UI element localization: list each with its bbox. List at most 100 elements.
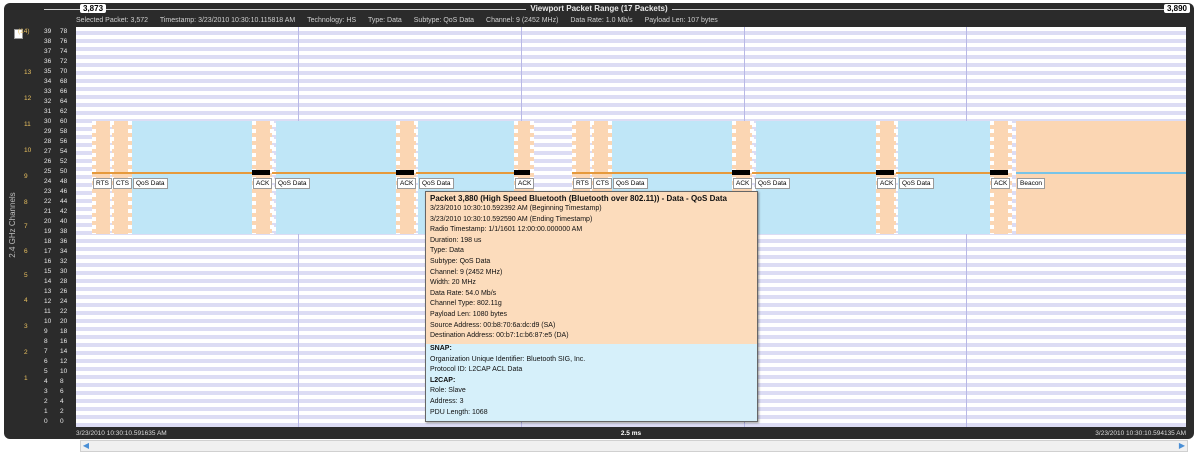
channel-axis: 2.4 GHz Channels 39 78 38 76 37 74 36 72 35 70 34 6… — [4, 27, 80, 427]
packet-label[interactable]: CTS — [593, 178, 612, 189]
axis-tick-left: 0 — [44, 418, 48, 425]
axis-label: 2.4 GHz Channels — [8, 192, 17, 258]
channel-number: 9 — [24, 173, 28, 180]
scroll-left-icon[interactable]: ◀ — [81, 441, 91, 451]
packet-label[interactable]: ACK — [991, 178, 1011, 189]
axis-tick-left: 15 — [44, 268, 52, 275]
axis-tick-left: 8 — [44, 338, 48, 345]
packet-detail-title: Packet 3,880 (High Speed Bluetooth (Blue… — [430, 194, 727, 203]
axis-tick-left: 22 — [44, 198, 52, 205]
axis-tick-right: 24 — [60, 298, 68, 305]
detail-line: 3/23/2010 10:30:10.592590 AM (Ending Tim… — [430, 215, 593, 223]
axis-tick-left: 13 — [44, 288, 52, 295]
axis-tick-right: 22 — [60, 308, 68, 315]
axis-tick-right: 58 — [60, 128, 68, 135]
axis-tick-left: 38 — [44, 38, 52, 45]
axis-tick-right: 14 — [60, 348, 68, 355]
detail-line: Duration: 198 us — [430, 236, 482, 244]
packet-label[interactable]: QoS Data — [275, 178, 310, 189]
axis-tick-left: 4 — [44, 378, 48, 385]
detail-line: Radio Timestamp: 1/1/1601 12:00:00.00000… — [430, 226, 583, 234]
ack-marker[interactable] — [396, 170, 414, 175]
detail-line: Channel: 9 (2452 MHz) — [430, 268, 503, 276]
horizontal-scrollbar[interactable]: ◀ ▶ — [80, 440, 1188, 452]
detail-line: Address: 3 — [430, 397, 464, 405]
axis-tick-left: 16 — [44, 258, 52, 265]
axis-tick-right: 8 — [60, 378, 64, 385]
packet-label[interactable]: RTS — [93, 178, 112, 189]
packet-label[interactable]: QoS Data — [613, 178, 648, 189]
axis-tick-right: 6 — [60, 388, 64, 395]
ack-marker[interactable] — [252, 170, 270, 175]
info-subtype: Subtype: QoS Data — [413, 17, 475, 24]
ack-marker[interactable] — [732, 170, 750, 175]
axis-tick-left: 29 — [44, 128, 52, 135]
axis-tick-right: 36 — [60, 238, 68, 245]
detail-line: Data Rate: 54.0 Mb/s — [430, 289, 497, 297]
packet-label[interactable]: QoS Data — [899, 178, 934, 189]
viewport-end-packet[interactable]: 3,890 — [1163, 4, 1190, 13]
channel-number: 1 — [24, 375, 28, 382]
viewport-range-bar: Viewport Packet Range (17 Packets) 3,873… — [4, 3, 1194, 14]
axis-tick-left: 18 — [44, 238, 52, 245]
packet-label[interactable]: QoS Data — [755, 178, 790, 189]
time-span: 2.5 ms — [620, 430, 642, 437]
axis-tick-right: 52 — [60, 158, 68, 165]
axis-tick-left: 17 — [44, 248, 52, 255]
ack-marker[interactable] — [990, 170, 1008, 175]
ack-marker[interactable] — [514, 170, 530, 175]
axis-tick-left: 28 — [44, 138, 52, 145]
axis-tick-right: 18 — [60, 328, 68, 335]
axis-tick-left: 21 — [44, 208, 52, 215]
channel-number: 3 — [24, 323, 28, 330]
packet-label[interactable]: QoS Data — [419, 178, 454, 189]
axis-tick-right: 78 — [60, 28, 68, 35]
info-technology: Technology: HS — [307, 17, 357, 24]
packet-label[interactable]: RTS — [573, 178, 592, 189]
packet-label[interactable]: QoS Data — [133, 178, 168, 189]
axis-tick-right: 10 — [60, 368, 68, 375]
packet-label[interactable]: ACK — [253, 178, 273, 189]
viewport-start-packet[interactable]: 3,873 — [80, 4, 107, 13]
ack-marker[interactable] — [876, 170, 894, 175]
axis-tick-right: 56 — [60, 138, 68, 145]
axis-tick-left: 35 — [44, 68, 52, 75]
packet-label[interactable]: CTS — [113, 178, 132, 189]
axis-tick-right: 50 — [60, 168, 68, 175]
axis-tick-right: 66 — [60, 88, 68, 95]
axis-tick-left: 12 — [44, 298, 52, 305]
packet-label[interactable]: ACK — [877, 178, 897, 189]
axis-tick-right: 4 — [60, 398, 64, 405]
scroll-right-icon[interactable]: ▶ — [1177, 441, 1187, 451]
channel-number: 2 — [24, 349, 28, 356]
packet-label[interactable]: ACK — [397, 178, 417, 189]
packet-label[interactable]: Beacon — [1017, 178, 1046, 189]
axis-tick-right: 0 — [60, 418, 64, 425]
packet-line — [92, 172, 252, 174]
axis-tick-right: 74 — [60, 48, 68, 55]
axis-tick-left: 5 — [44, 368, 48, 375]
axis-tick-right: 68 — [60, 78, 68, 85]
axis-tick-right: 48 — [60, 178, 68, 185]
axis-tick-left: 26 — [44, 158, 52, 165]
detail-line: Role: Slave — [430, 387, 466, 395]
axis-tick-left: 9 — [44, 328, 48, 335]
packet-line — [896, 172, 990, 174]
axis-tick-right: 12 — [60, 358, 68, 365]
axis-tick-left: 6 — [44, 358, 48, 365]
detail-line: Channel Type: 802.11g — [430, 300, 502, 308]
channel-number: 4 — [24, 297, 28, 304]
axis-tick-right: 46 — [60, 188, 68, 195]
axis-tick-right: 20 — [60, 318, 68, 325]
packet-label[interactable]: ACK — [733, 178, 753, 189]
axis-tick-left: 32 — [44, 98, 52, 105]
packet-line — [272, 172, 396, 174]
axis-tick-right: 30 — [60, 268, 68, 275]
snap-section-title: SNAP: — [430, 345, 452, 352]
packet-label[interactable]: ACK — [515, 178, 535, 189]
beacon-line — [1016, 172, 1186, 174]
axis-tick-right: 38 — [60, 228, 68, 235]
detail-line: Subtype: QoS Data — [430, 257, 491, 265]
axis-tick-right: 60 — [60, 118, 68, 125]
detail-line: Width: 20 MHz — [430, 279, 476, 287]
